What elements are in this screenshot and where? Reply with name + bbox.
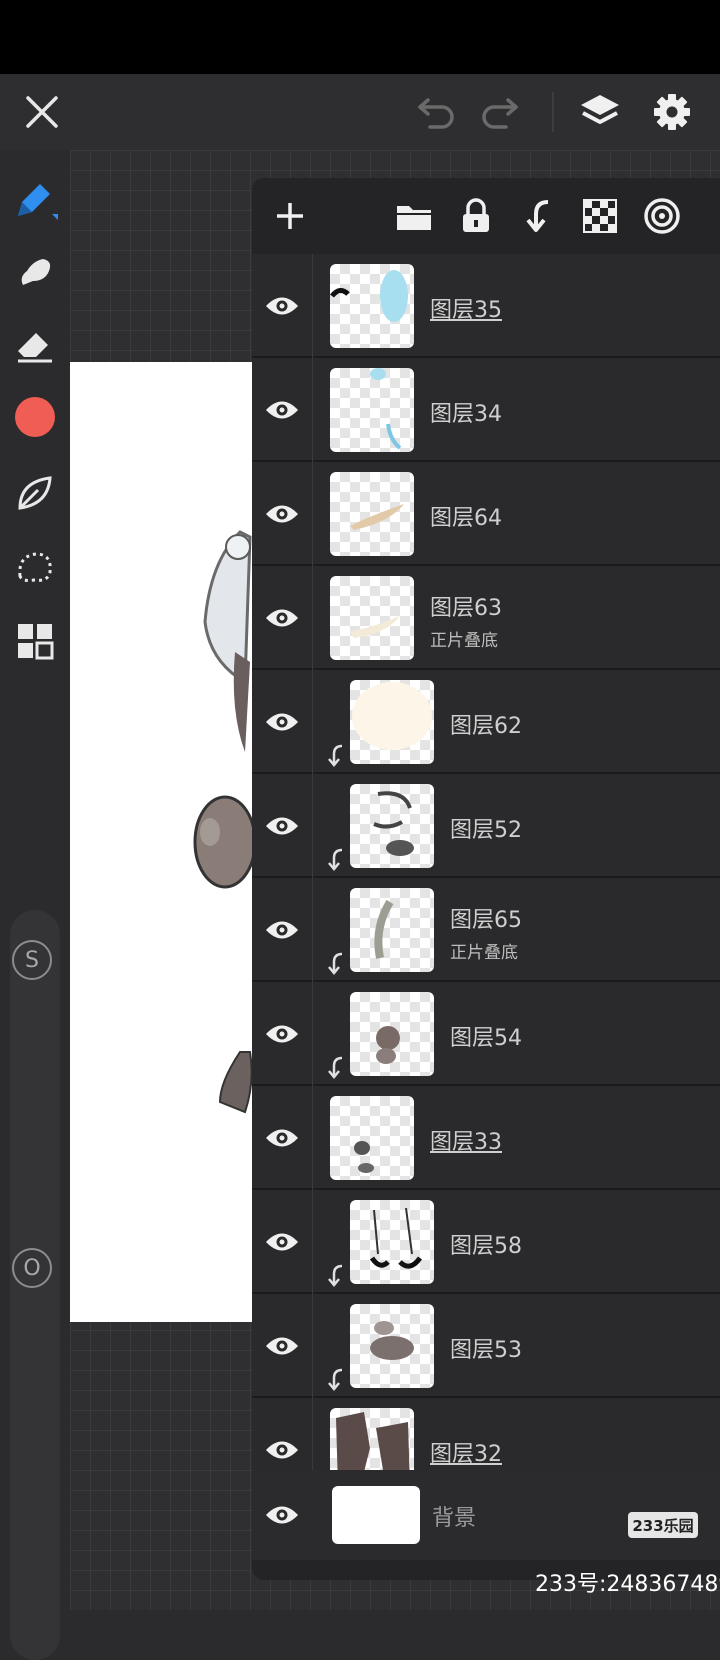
- layer-thumbnail: [330, 576, 414, 660]
- layer-row[interactable]: 图层33: [252, 1086, 720, 1190]
- row-separator: [312, 358, 313, 462]
- eye-icon[interactable]: [262, 1222, 302, 1262]
- opacity-slider-knob[interactable]: O: [12, 1248, 52, 1288]
- layer-name: 图层33: [430, 1130, 502, 1155]
- layer-thumbnail: [330, 264, 414, 348]
- layer-row[interactable]: 图层64: [252, 462, 720, 566]
- blend-mode-label: 正片叠底: [430, 631, 498, 651]
- close-icon[interactable]: [18, 88, 66, 136]
- layer-row[interactable]: 图层53: [252, 1294, 720, 1398]
- row-separator: [312, 774, 313, 878]
- top-bar: [0, 74, 720, 150]
- eye-icon[interactable]: [262, 1430, 302, 1470]
- layer-thumbnail: [350, 1200, 434, 1284]
- layer-name: 图层35: [430, 298, 502, 323]
- layer-thumbnail: [330, 472, 414, 556]
- checker-icon[interactable]: [576, 192, 624, 240]
- smudge-icon[interactable]: [10, 246, 60, 296]
- eye-icon[interactable]: [262, 494, 302, 534]
- row-separator: [312, 566, 313, 670]
- eye-icon[interactable]: [262, 390, 302, 430]
- layer-name: 图层52: [450, 818, 522, 843]
- layer-row[interactable]: 图层58: [252, 1190, 720, 1294]
- clipping-mask-icon: [326, 1368, 346, 1392]
- background-thumbnail: [332, 1486, 420, 1544]
- folder-icon[interactable]: [390, 192, 438, 240]
- row-separator: [312, 254, 313, 358]
- eye-icon[interactable]: [262, 1495, 302, 1535]
- clipping-mask-icon: [326, 1264, 346, 1288]
- gear-icon[interactable]: [648, 88, 696, 136]
- eye-icon[interactable]: [262, 702, 302, 742]
- target-icon[interactable]: [638, 192, 686, 240]
- layer-name: 图层54: [450, 1026, 522, 1051]
- layer-thumbnail: [350, 680, 434, 764]
- add-layer-icon[interactable]: [266, 192, 314, 240]
- eye-icon[interactable]: [262, 910, 302, 950]
- layer-thumbnail: [350, 992, 434, 1076]
- status-bar: [0, 0, 720, 74]
- redo-icon[interactable]: [476, 88, 524, 136]
- clipping-mask-icon: [326, 952, 346, 976]
- eye-icon[interactable]: [262, 1326, 302, 1366]
- layer-list: 图层35 图层34 图层64 图层63 正片叠底 图层62 图层52 图层65 正片叠底 图层54…: [252, 254, 720, 1502]
- layer-name: 图层58: [450, 1234, 522, 1259]
- background-layer-name: 背景: [432, 1506, 477, 1531]
- layer-row[interactable]: 图层54: [252, 982, 720, 1086]
- layer-panel: 图层35 图层34 图层64 图层63 正片叠底 图层62 图层52 图层65 正片叠底 图层54…: [252, 178, 720, 1580]
- row-separator: [312, 462, 313, 566]
- clipping-mask-icon: [326, 1056, 346, 1080]
- layer-name: 图层64: [430, 506, 502, 531]
- toolbar-divider: [552, 92, 554, 132]
- row-separator: [312, 982, 313, 1086]
- grid-menu-icon[interactable]: [10, 616, 60, 666]
- left-toolbar: S O: [0, 150, 70, 1660]
- layer-row[interactable]: 图层35: [252, 254, 720, 358]
- row-separator: [312, 1190, 313, 1294]
- layer-row[interactable]: 图层52: [252, 774, 720, 878]
- layers-icon[interactable]: [576, 88, 624, 136]
- clip-arrow-icon[interactable]: [514, 192, 562, 240]
- size-slider-knob[interactable]: S: [12, 940, 52, 980]
- layer-name: 图层63: [430, 596, 502, 621]
- layer-row[interactable]: 图层65 正片叠底: [252, 878, 720, 982]
- brush-pen-icon[interactable]: [10, 174, 60, 224]
- layer-name: 图层34: [430, 402, 502, 427]
- layer-row[interactable]: 图层62: [252, 670, 720, 774]
- eye-icon[interactable]: [262, 1014, 302, 1054]
- eye-icon[interactable]: [262, 598, 302, 638]
- layer-name: 图层32: [430, 1442, 502, 1467]
- layer-thumbnail: [330, 1096, 414, 1180]
- layer-thumbnail: [330, 368, 414, 452]
- watermark-logo: 233乐园: [628, 1512, 698, 1538]
- eye-icon[interactable]: [262, 806, 302, 846]
- row-separator: [312, 1086, 313, 1190]
- layer-name: 图层65: [450, 908, 522, 933]
- clipping-mask-icon: [326, 848, 346, 872]
- layer-row[interactable]: 图层34: [252, 358, 720, 462]
- eraser-icon[interactable]: [10, 320, 60, 370]
- leaf-icon[interactable]: [10, 468, 60, 518]
- row-separator: [312, 670, 313, 774]
- layer-thumbnail: [350, 1304, 434, 1388]
- layer-panel-toolbar: [252, 178, 720, 254]
- eye-icon[interactable]: [262, 1118, 302, 1158]
- blend-mode-label: 正片叠底: [450, 943, 518, 963]
- layer-thumbnail: [350, 784, 434, 868]
- lasso-select-icon[interactable]: [10, 542, 60, 592]
- lock-icon[interactable]: [452, 192, 500, 240]
- layer-name: 图层53: [450, 1338, 522, 1363]
- layer-row[interactable]: 图层63 正片叠底: [252, 566, 720, 670]
- color-swatch[interactable]: [10, 392, 60, 442]
- undo-icon[interactable]: [412, 88, 460, 136]
- row-separator: [312, 878, 313, 982]
- layer-thumbnail: [350, 888, 434, 972]
- row-separator: [312, 1294, 313, 1398]
- layer-name: 图层62: [450, 714, 522, 739]
- eye-icon[interactable]: [262, 286, 302, 326]
- clipping-mask-icon: [326, 744, 346, 768]
- watermark-text: 233号:248367489: [535, 1572, 720, 1597]
